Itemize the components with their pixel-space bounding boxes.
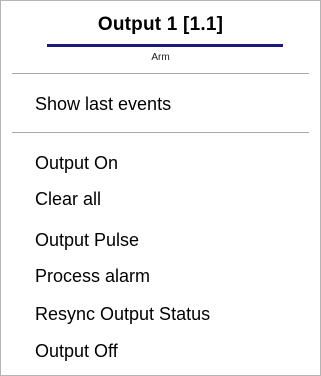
menu-title: Output 1 [1.1]: [97, 14, 224, 35]
menu-header: Output 1 [1.1] Arm: [1, 1, 320, 75]
menu-item-resync-output-status[interactable]: Resync Output Status: [35, 299, 305, 329]
menu-separator: [12, 73, 309, 74]
menu-separator: [12, 132, 309, 133]
menu-subtitle: Arm: [151, 52, 170, 63]
menu-title-underline: [47, 44, 283, 47]
menu-item-output-on[interactable]: Output On: [35, 148, 305, 178]
menu-item-output-pulse[interactable]: Output Pulse: [35, 225, 305, 255]
menu-item-show-last-events[interactable]: Show last events: [35, 89, 305, 119]
menu-item-process-alarm[interactable]: Process alarm: [35, 261, 305, 291]
menu-item-output-off[interactable]: Output Off: [35, 336, 305, 366]
context-menu: Output 1 [1.1] Arm Show last events Outp…: [0, 0, 321, 376]
menu-item-clear-all[interactable]: Clear all: [35, 184, 305, 214]
